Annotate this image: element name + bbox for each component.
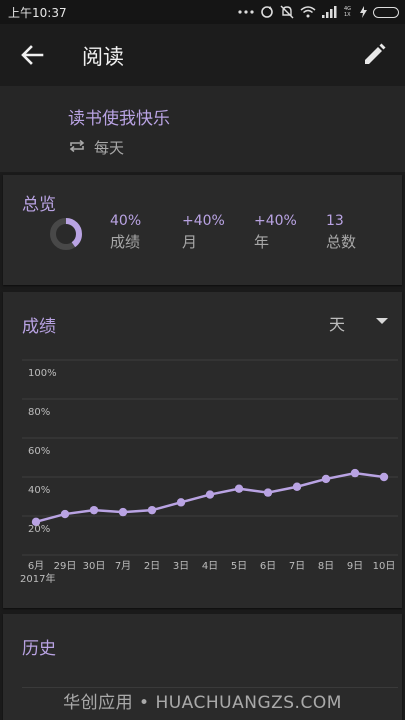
status-icons: 4G 1X <box>238 4 399 20</box>
sync-icon <box>261 6 273 18</box>
battery-icon <box>373 6 399 18</box>
stat-value: +40% <box>254 213 297 229</box>
data-point <box>118 507 128 517</box>
data-point <box>321 474 331 484</box>
data-point <box>379 472 389 482</box>
data-point <box>60 509 70 519</box>
signal-icon <box>322 6 337 18</box>
habit-name: 读书使我快乐 <box>68 109 170 129</box>
y-tick-label: 100% <box>28 368 57 379</box>
status-time: 上午10:37 <box>8 6 67 20</box>
x-tick-label: 10日 <box>373 561 396 572</box>
x-tick-label: 3日 <box>173 561 189 572</box>
range-selector[interactable]: 天 <box>329 311 345 335</box>
overview-card: 总览 40% 成绩 +40% 月 +40% 年 13 总数 <box>3 175 402 285</box>
stat-label: 成绩 <box>110 233 141 251</box>
x-tick-label: 5日 <box>231 561 247 572</box>
page-title: 阅读 <box>82 45 124 69</box>
stat-label: 年 <box>254 233 270 251</box>
y-tick-label: 80% <box>28 407 50 418</box>
stat-year: +40% 年 <box>254 213 297 252</box>
habit-frequency: 每天 <box>94 139 125 157</box>
score-ring <box>50 218 82 250</box>
wifi-icon <box>300 6 316 18</box>
data-point <box>263 488 273 497</box>
data-point <box>176 498 186 507</box>
watermark: 华创应用 • HUACHUANGZS.COM <box>63 693 342 713</box>
data-point <box>292 482 302 491</box>
network-type: 4G 1X <box>344 6 352 18</box>
score-title: 成绩 <box>22 317 56 337</box>
x-tick-label: 2日 <box>144 561 160 572</box>
history-title: 历史 <box>22 639 56 659</box>
x-tick-label: 9日 <box>347 561 363 572</box>
score-chart: 100% 80% 60% 40% 20% 6月 29日 30日 7月 2日 3日 4日 5日 6日 7日 8日… <box>20 359 398 585</box>
data-point <box>89 505 99 515</box>
x-tick-label: 7日 <box>289 561 305 572</box>
pencil-icon[interactable] <box>358 39 390 71</box>
stat-value: 13 <box>326 213 344 229</box>
repeat-icon <box>69 139 85 153</box>
stat-value: 40% <box>110 213 142 229</box>
stat-month: +40% 月 <box>182 213 225 252</box>
x-tick-label: 30日 <box>83 561 106 572</box>
x-tick-label: 6日 <box>260 561 276 572</box>
status-bar: 上午10:37 4G 1X <box>0 0 405 24</box>
x-tick-label: 4日 <box>202 561 218 572</box>
data-point <box>147 505 157 515</box>
x-year-label: 2017年 <box>20 572 55 585</box>
score-card: 成绩 天 100% 80% 60% 40% 20% 6月 29日 30日 7月 2日 3日 4日 5日 6… <box>3 292 402 608</box>
stat-total: 13 总数 <box>326 213 356 252</box>
x-tick-label: 7月 <box>115 560 131 572</box>
habit-header: 读书使我快乐 每天 <box>0 86 405 172</box>
x-tick-label: 8日 <box>318 561 334 572</box>
overview-title: 总览 <box>22 195 56 215</box>
x-tick-label: 6月 <box>28 560 44 572</box>
dropdown-arrow-icon[interactable] <box>376 318 388 324</box>
bell-off-icon <box>280 5 294 19</box>
y-tick-label: 40% <box>28 485 50 496</box>
y-tick-label: 20% <box>28 524 50 535</box>
more-dots-icon <box>238 10 254 14</box>
data-point <box>234 484 244 493</box>
stat-label: 月 <box>182 233 198 251</box>
y-tick-label: 60% <box>28 446 50 457</box>
stat-label: 总数 <box>326 233 357 251</box>
data-point <box>205 490 215 499</box>
data-point <box>350 468 360 478</box>
x-tick-label: 29日 <box>54 561 77 572</box>
app-bar: 阅读 <box>0 24 405 86</box>
charging-bolt-icon <box>360 6 367 18</box>
arrow-left-icon[interactable] <box>16 39 48 71</box>
stat-score: 40% 成绩 <box>110 213 141 252</box>
stat-value: +40% <box>182 213 225 229</box>
